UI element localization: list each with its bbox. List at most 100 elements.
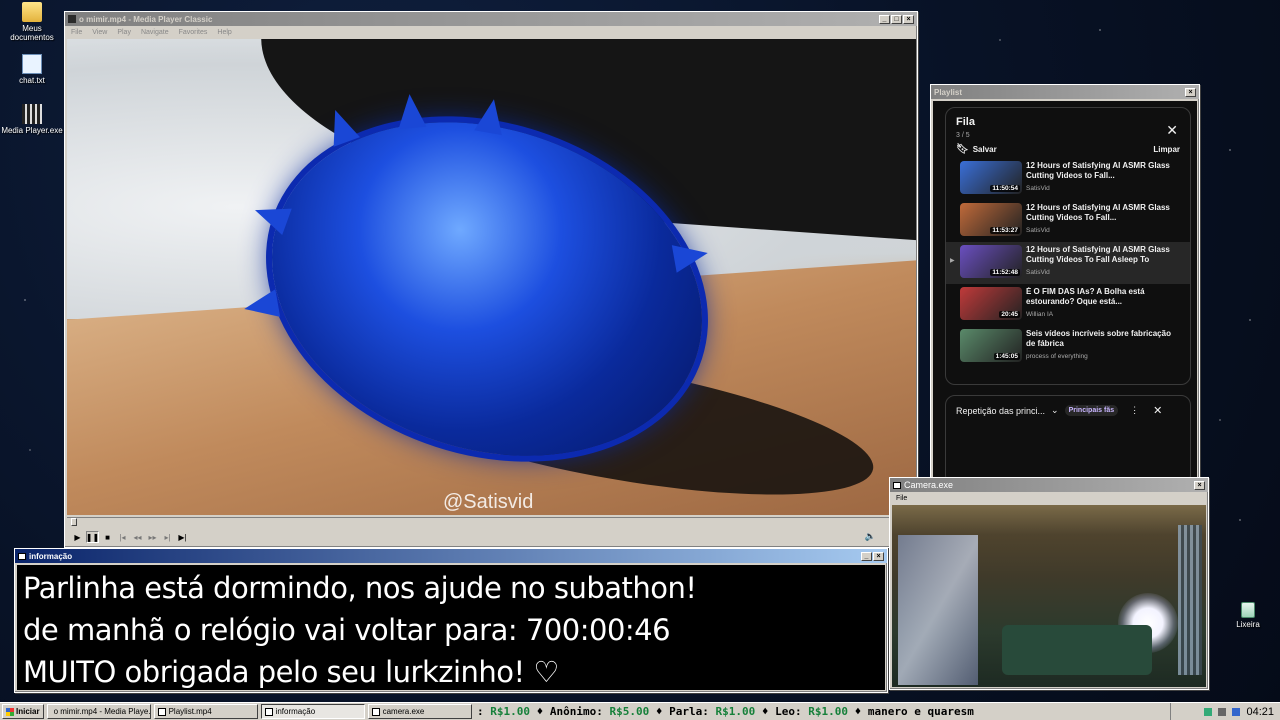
window-icon [157, 707, 166, 716]
recycle-bin-icon [1241, 602, 1255, 618]
camera-window[interactable]: Camera.exe × File [889, 477, 1209, 690]
queue-item-channel: SatisVid [1026, 227, 1050, 234]
menu-help[interactable]: Help [217, 29, 231, 36]
duration-badge: 20:45 [999, 311, 1020, 318]
queue-item-title: 12 Hours of Satisfying AI ASMR Glass Cut… [1026, 245, 1170, 264]
forward-button[interactable]: ▸▸ [146, 531, 159, 543]
task-label: o mimir.mp4 - Media Playe... [53, 707, 151, 716]
clock[interactable]: 04:21 [1246, 706, 1274, 718]
ticker-amount: R$5.00 [609, 705, 650, 718]
queue-item[interactable]: 20:45 É O FIM DAS IAs? A Bolha está estou… [946, 284, 1190, 326]
start-button[interactable]: Iniciar [2, 704, 44, 719]
window-title: Playlist [934, 87, 963, 97]
desktop-icon-label: chat.txt [19, 76, 45, 85]
close-button[interactable]: × [1194, 480, 1205, 490]
video-thumbnail: 11:52:48 [960, 245, 1022, 278]
volume-icon[interactable]: 🔈 [865, 531, 876, 542]
queue-item[interactable]: 11:50:54 12 Hours of Satisfying AI ASMR G… [946, 158, 1190, 200]
queue-item-meta: É O FIM DAS IAs? A Bolha está estourando… [1026, 287, 1182, 323]
seek-bar[interactable] [67, 517, 916, 526]
stop-button[interactable]: ■ [101, 531, 114, 543]
camera-titlebar[interactable]: Camera.exe × [890, 478, 1208, 492]
minimize-button[interactable]: _ [879, 14, 890, 24]
desktop-icon-chat-txt[interactable]: chat.txt [0, 54, 64, 85]
tray-app-icon[interactable] [1232, 707, 1241, 716]
save-label: Salvar [972, 145, 997, 154]
queue-panel: Fila 3 / 5 ✕ 🔖︎ Salvar Limpar 11:50:54 12… [945, 107, 1191, 385]
maximize-button[interactable]: □ [891, 14, 902, 24]
folder-icon [22, 2, 42, 22]
desktop-icon-media-player[interactable]: Media Player.exe [0, 104, 64, 135]
desktop-icon-label: Meus documentos [10, 24, 54, 42]
menu-file[interactable]: File [896, 495, 907, 502]
window-title: o mimir.mp4 - Media Player Classic [79, 14, 213, 24]
queue-item[interactable]: ▶ 11:52:48 12 Hours of Satisfying AI ASMR … [946, 242, 1190, 284]
info-titlebar[interactable]: informação _ × [15, 549, 887, 563]
queue-item[interactable]: 11:53:27 12 Hours of Satisfying AI ASMR G… [946, 200, 1190, 242]
ticker-name: manero e quaresm [867, 705, 974, 718]
ticker-name: Parla [669, 705, 703, 718]
camera-app-icon [893, 481, 901, 489]
video-thumbnail: 20:45 [960, 287, 1022, 320]
info-app-icon [18, 552, 26, 560]
next-button[interactable]: ▸| [161, 531, 174, 543]
media-player-window[interactable]: o mimir.mp4 - Media Player Classic _ □ ×… [64, 11, 918, 548]
pause-button[interactable]: ❚❚ [86, 531, 99, 543]
ticker-amount: R$1.00 [490, 705, 530, 718]
ticker-name: Anônimo [549, 705, 597, 718]
bookmark-icon: 🔖︎ [956, 144, 969, 155]
donation-ticker: : R$1.00 ♦ Anônimo: R$5.00 ♦ Parla: R$1.… [477, 705, 974, 718]
close-button[interactable]: × [1185, 87, 1196, 97]
queue-item-channel: SatisVid [1026, 185, 1050, 192]
duration-badge: 11:52:48 [990, 269, 1020, 276]
menu-view[interactable]: View [92, 29, 107, 36]
video-glass-spike [474, 96, 508, 136]
queue-item-meta: Seis vídeos incríveis sobre fabricação d… [1026, 329, 1182, 365]
duration-badge: 11:53:27 [990, 227, 1020, 234]
queue-position: 3 / 5 [956, 132, 970, 139]
camera-feed [892, 505, 1206, 687]
menu-play[interactable]: Play [117, 29, 131, 36]
minimize-button[interactable]: _ [861, 551, 872, 561]
queue-item-channel: SatisVid [1026, 269, 1050, 276]
menu-file[interactable]: File [71, 29, 82, 36]
close-icon[interactable]: ✕ [1153, 404, 1162, 417]
camera-curtain [898, 535, 978, 685]
loop-label[interactable]: Repetição das princi... [956, 406, 1045, 416]
desktop-icon-recycle-bin[interactable]: Lixeira [1216, 602, 1280, 629]
queue-item[interactable]: 1:45:05 Seis vídeos incríveis sobre fabri… [946, 326, 1190, 368]
menu-navigate[interactable]: Navigate [141, 29, 169, 36]
volume-icon[interactable] [1218, 707, 1227, 716]
playlist-titlebar[interactable]: Playlist × [931, 85, 1199, 99]
now-playing-icon: ▶ [950, 258, 955, 264]
menu-favorites[interactable]: Favorites [179, 29, 208, 36]
close-button[interactable]: × [873, 551, 884, 561]
seek-knob[interactable] [71, 518, 77, 526]
task-informacao[interactable]: informação [260, 704, 365, 719]
close-button[interactable]: × [903, 14, 914, 24]
queue-title: Fila [956, 116, 975, 128]
close-icon[interactable]: ✕ [1166, 122, 1178, 139]
desktop-icon-my-documents[interactable]: Meus documentos [0, 2, 64, 42]
top-fans-chip[interactable]: Principais fãs [1064, 405, 1119, 416]
windows-logo-icon [6, 707, 14, 716]
media-player-titlebar[interactable]: o mimir.mp4 - Media Player Classic _ □ × [65, 12, 917, 26]
info-window[interactable]: informação _ × Parlinha está dormindo, n… [14, 548, 888, 693]
playback-controls: ▶ ❚❚ ■ |◂ ◂◂ ▸▸ ▸| ▶| 🔈 [67, 530, 916, 544]
previous-button[interactable]: |◂ [116, 531, 129, 543]
video-frame[interactable]: @Satisvid [67, 39, 916, 515]
save-button[interactable]: 🔖︎ Salvar [956, 144, 997, 155]
play-button[interactable]: ▶ [71, 531, 84, 543]
network-icon[interactable] [1204, 707, 1213, 716]
more-options-icon[interactable]: ⋮ [1130, 405, 1139, 416]
task-media-player[interactable]: o mimir.mp4 - Media Playe... [46, 704, 151, 719]
task-camera[interactable]: camera.exe [367, 704, 472, 719]
frame-step-button[interactable]: ▶| [176, 531, 189, 543]
queue-item-channel: Willian IA [1026, 311, 1054, 318]
window-title: Camera.exe [904, 480, 954, 490]
rewind-button[interactable]: ◂◂ [131, 531, 144, 543]
clear-button[interactable]: Limpar [1153, 145, 1180, 154]
playlist-window[interactable]: Playlist × Fila 3 / 5 ✕ 🔖︎ Salvar Limpar… [930, 84, 1200, 485]
chevron-down-icon[interactable]: ⌄ [1051, 405, 1059, 416]
task-playlist[interactable]: Playlist.mp4 [153, 704, 258, 719]
